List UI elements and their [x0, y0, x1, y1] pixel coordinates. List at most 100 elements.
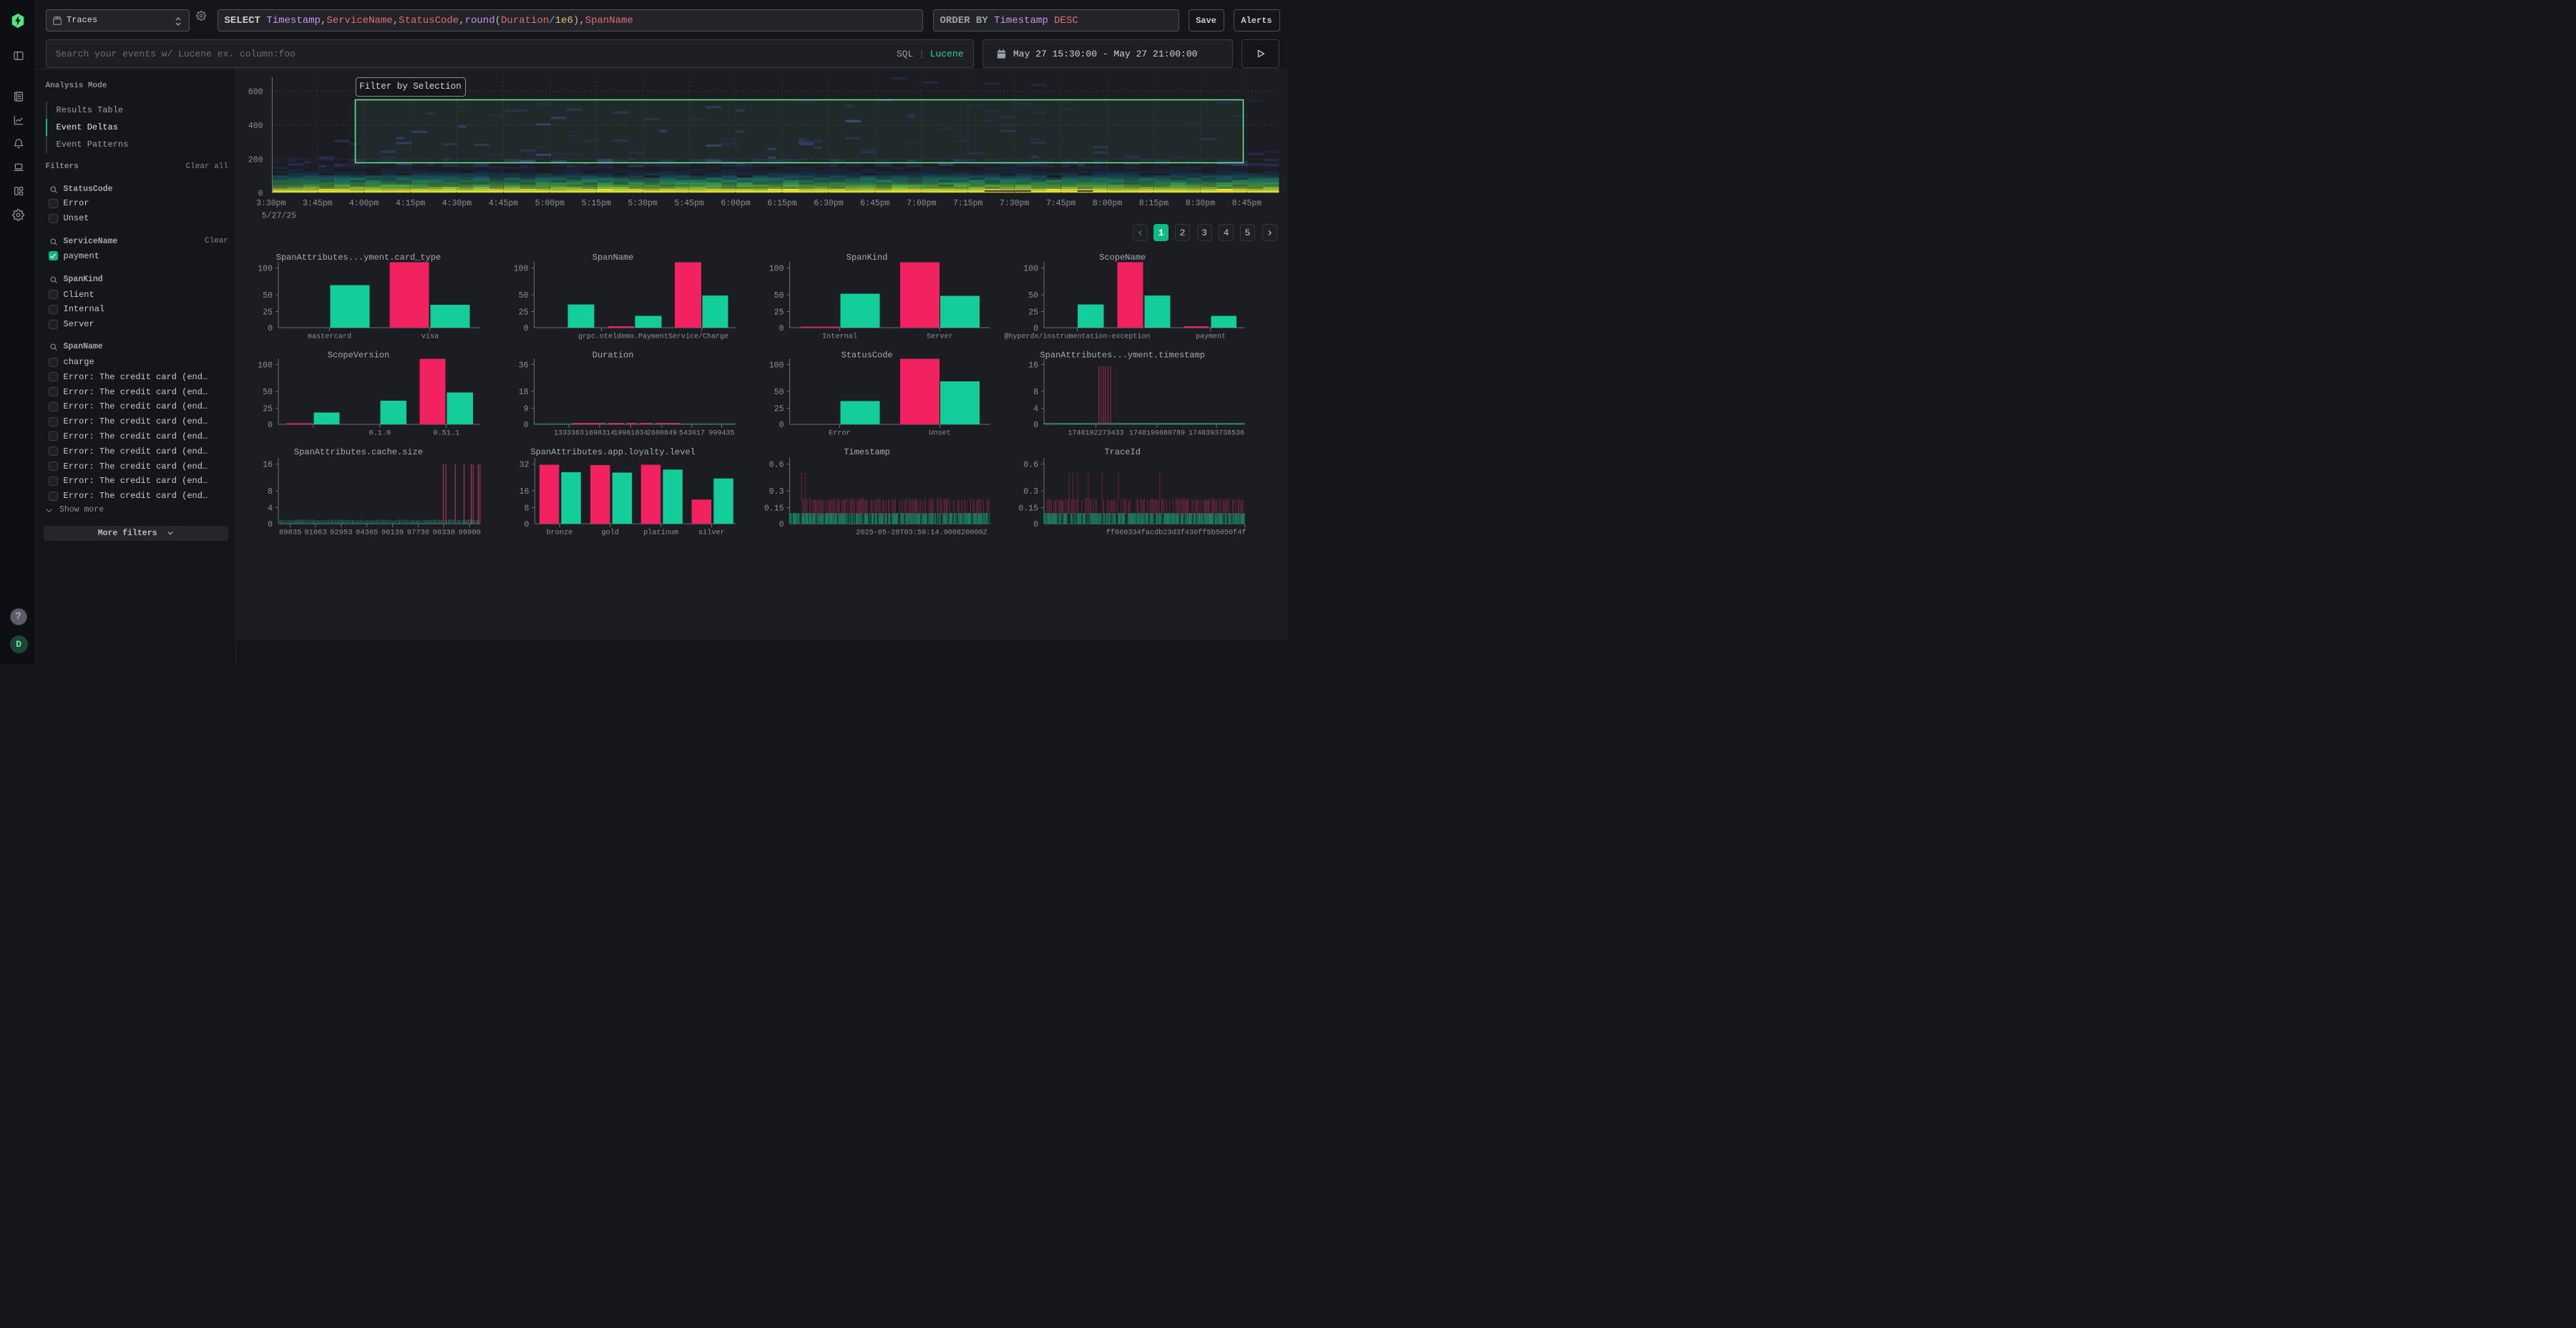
svg-text:payment: payment	[1196, 333, 1226, 341]
svg-text:ScopeVersion: ScopeVersion	[328, 351, 389, 361]
svg-text:19961834: 19961834	[613, 430, 648, 438]
svg-text:200: 200	[248, 155, 263, 165]
svg-text:0: 0	[268, 324, 273, 333]
svg-text:0: 0	[779, 324, 784, 333]
svg-text:0: 0	[268, 520, 273, 529]
svg-text:100: 100	[769, 265, 784, 274]
svg-text:50: 50	[263, 388, 273, 397]
svg-text:SpanAttributes.cache.size: SpanAttributes.cache.size	[294, 447, 423, 457]
svg-text:3:45pm: 3:45pm	[303, 199, 333, 208]
svg-text:0.15: 0.15	[764, 504, 784, 514]
svg-text:0.6: 0.6	[769, 461, 784, 470]
svg-text:18: 18	[519, 388, 529, 397]
svg-text:4: 4	[1033, 405, 1038, 414]
svg-text:0: 0	[1033, 421, 1038, 430]
svg-text:Duration: Duration	[592, 351, 634, 361]
svg-text:SpanAttributes...yment.timesta: SpanAttributes...yment.timestamp	[1040, 351, 1204, 361]
svg-text:grpc.oteldemo.PaymentService/C: grpc.oteldemo.PaymentService/Charge	[578, 333, 728, 341]
svg-text:0: 0	[779, 421, 784, 430]
svg-text:0: 0	[268, 421, 273, 430]
svg-text:6:30pm: 6:30pm	[814, 199, 844, 208]
svg-text:50: 50	[774, 388, 784, 397]
svg-text:Unset: Unset	[929, 430, 951, 438]
svg-text:0: 0	[524, 520, 529, 529]
svg-text:7:00pm: 7:00pm	[907, 199, 937, 208]
svg-text:gold: gold	[602, 529, 619, 537]
svg-text:100: 100	[769, 361, 784, 371]
svg-text:ff860334facdb23d3f430ff5b5050f: ff860334facdb23d3f430ff5b5050f4f	[1106, 529, 1246, 537]
svg-text:visa: visa	[421, 333, 439, 341]
svg-text:5/27/25: 5/27/25	[262, 212, 296, 221]
svg-text:100: 100	[258, 361, 273, 371]
svg-text:97730: 97730	[407, 529, 430, 537]
svg-text:0.1.0: 0.1.0	[369, 430, 391, 438]
svg-text:92953: 92953	[330, 529, 353, 537]
svg-text:Timestamp: Timestamp	[844, 447, 890, 457]
svg-text:25: 25	[519, 308, 529, 318]
svg-text:25: 25	[1028, 308, 1038, 318]
svg-text:25: 25	[774, 405, 784, 414]
svg-text:32: 32	[519, 461, 530, 470]
svg-text:ScopeName: ScopeName	[1099, 253, 1146, 263]
svg-text:25: 25	[774, 308, 784, 318]
svg-text:Internal: Internal	[822, 333, 857, 341]
svg-text:50: 50	[1028, 291, 1038, 301]
svg-text:8:30pm: 8:30pm	[1186, 199, 1216, 208]
svg-text:5:45pm: 5:45pm	[674, 199, 704, 208]
svg-text:SpanAttributes...yment.card_ty: SpanAttributes...yment.card_type	[276, 253, 441, 263]
svg-text:8: 8	[524, 504, 529, 514]
svg-text:8:15pm: 8:15pm	[1139, 199, 1169, 208]
svg-text:6:00pm: 6:00pm	[721, 199, 751, 208]
svg-text:@hyperdx/instrumentation-excep: @hyperdx/instrumentation-exception	[1004, 333, 1150, 341]
svg-text:100: 100	[1023, 265, 1038, 274]
svg-text:1748192273433: 1748192273433	[1068, 430, 1123, 438]
svg-text:Error: Error	[829, 430, 851, 438]
svg-text:1748393738536: 1748393738536	[1189, 430, 1244, 438]
svg-text:4:45pm: 4:45pm	[489, 199, 519, 208]
svg-text:16: 16	[1028, 361, 1038, 371]
svg-text:8: 8	[268, 487, 273, 497]
svg-text:999435: 999435	[708, 430, 734, 438]
svg-text:25: 25	[263, 405, 273, 414]
svg-text:100: 100	[258, 265, 273, 274]
svg-text:0.3: 0.3	[1023, 487, 1038, 497]
svg-text:0.15: 0.15	[1018, 504, 1038, 514]
svg-text:0: 0	[1033, 324, 1038, 333]
svg-text:100: 100	[514, 265, 529, 274]
svg-text:StatusCode: StatusCode	[841, 351, 893, 361]
svg-text:mastercard: mastercard	[308, 333, 351, 341]
svg-text:SpanName: SpanName	[592, 253, 634, 263]
svg-text:4:30pm: 4:30pm	[442, 199, 472, 208]
svg-text:16: 16	[519, 487, 530, 497]
svg-text:bronze: bronze	[547, 529, 573, 537]
svg-text:50: 50	[774, 291, 784, 301]
svg-text:4: 4	[268, 504, 273, 514]
svg-text:0: 0	[1033, 520, 1038, 529]
svg-text:7:45pm: 7:45pm	[1046, 199, 1076, 208]
svg-text:0.3: 0.3	[769, 487, 784, 497]
svg-text:silver: silver	[698, 529, 725, 537]
svg-text:50: 50	[263, 291, 273, 301]
svg-text:9: 9	[524, 405, 529, 414]
svg-text:5:15pm: 5:15pm	[582, 199, 612, 208]
svg-text:0.51.1: 0.51.1	[433, 430, 459, 438]
svg-text:0.6: 0.6	[1023, 461, 1038, 470]
svg-text:400: 400	[248, 122, 263, 131]
svg-text:8:45pm: 8:45pm	[1232, 199, 1262, 208]
svg-text:7:30pm: 7:30pm	[1000, 199, 1030, 208]
svg-text:1698314: 1698314	[585, 430, 615, 438]
svg-text:6:15pm: 6:15pm	[767, 199, 797, 208]
svg-text:25: 25	[263, 308, 273, 318]
svg-text:SpanAttributes.app.loyalty.lev: SpanAttributes.app.loyalty.level	[530, 447, 695, 457]
svg-text:89835: 89835	[279, 529, 302, 537]
svg-text:4:00pm: 4:00pm	[349, 199, 379, 208]
svg-text:16: 16	[263, 461, 273, 470]
svg-text:SpanKind: SpanKind	[847, 253, 888, 263]
svg-text:50: 50	[519, 291, 529, 301]
svg-text:8: 8	[1033, 388, 1038, 397]
svg-text:2600849: 2600849	[647, 430, 677, 438]
svg-text:36: 36	[519, 361, 529, 371]
svg-text:4:15pm: 4:15pm	[396, 199, 426, 208]
svg-text:2025-05-28T03:59:14.900820000Z: 2025-05-28T03:59:14.900820000Z	[856, 529, 987, 537]
svg-text:Server: Server	[927, 333, 953, 341]
